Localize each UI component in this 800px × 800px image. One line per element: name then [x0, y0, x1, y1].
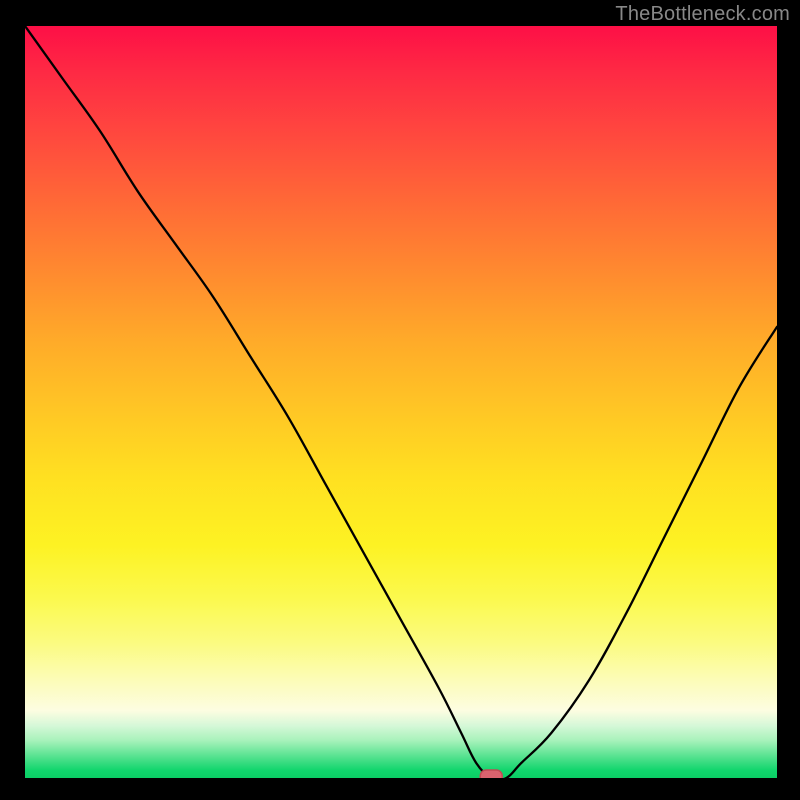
watermark-text: TheBottleneck.com [615, 3, 790, 26]
plot-area [25, 26, 777, 778]
chart-frame: TheBottleneck.com [0, 0, 800, 800]
background-gradient [25, 26, 777, 778]
